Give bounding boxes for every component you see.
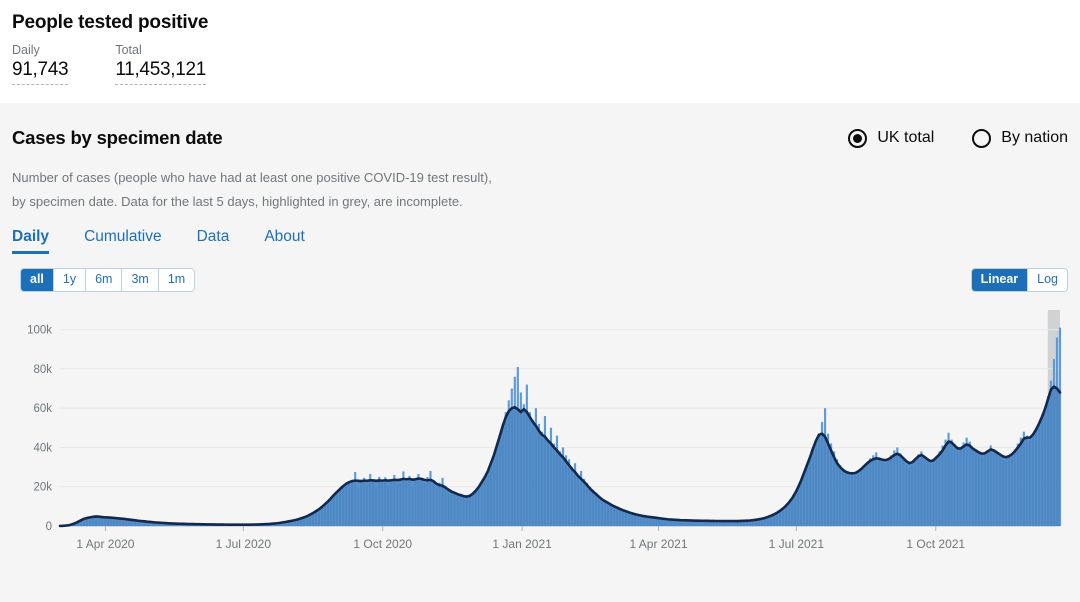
range-button-all[interactable]: all — [21, 269, 54, 291]
radio-by-nation-circle-icon[interactable] — [972, 128, 992, 148]
chart-area-fill — [60, 386, 1060, 526]
x-tick-label: 1 Oct 2021 — [906, 537, 965, 551]
range-button-group: all 1y 6m 3m 1m — [20, 268, 196, 292]
cases-card: Cases by specimen date UK total By natio… — [0, 103, 1080, 602]
page-title: People tested positive — [12, 12, 209, 33]
tab-about[interactable]: About — [264, 228, 305, 254]
chart-toolbar: all 1y 6m 3m 1m Linear Log — [12, 268, 1068, 294]
radio-by-nation-label: By nation — [1001, 129, 1068, 146]
metric-total-label: Total — [115, 43, 142, 57]
summary-metrics: Daily 91,743 Total 11,453,121 — [12, 43, 1068, 85]
chart-tabs: Daily Cumulative Data About — [12, 228, 1068, 254]
card-description-line1: Number of cases (people who have had at … — [12, 170, 492, 185]
range-button-1y[interactable]: 1y — [53, 269, 87, 291]
x-tick-label: 1 Jul 2021 — [769, 537, 825, 551]
radio-uk-total[interactable]: UK total — [848, 128, 935, 148]
card-header: Cases by specimen date UK total By natio… — [12, 103, 1068, 149]
y-tick-label: 60k — [33, 403, 52, 415]
scale-button-log[interactable]: Log — [1028, 269, 1067, 291]
scale-button-linear[interactable]: Linear — [971, 269, 1029, 291]
card-description-line2: by specimen date. Data for the last 5 da… — [12, 194, 463, 209]
tab-daily[interactable]: Daily — [12, 228, 50, 254]
card-description: Number of cases (people who have had at … — [12, 166, 712, 214]
radio-by-nation[interactable]: By nation — [972, 128, 1068, 148]
tab-data[interactable]: Data — [197, 228, 230, 254]
scope-radio-group: UK total By nation — [810, 128, 1068, 148]
range-button-3m[interactable]: 3m — [122, 269, 159, 291]
radio-uk-total-circle-icon[interactable] — [848, 128, 868, 148]
metric-total: Total 11,453,121 — [115, 43, 206, 85]
y-tick-label: 0 — [46, 521, 52, 533]
y-tick-label: 100k — [27, 325, 52, 337]
y-tick-label: 20k — [33, 482, 52, 494]
cases-chart[interactable]: 0 20k 40k 60k 80k 100k 1 Apr 2020 1 Jul 2020 1 O… — [12, 300, 1068, 562]
x-tick-label: 1 Apr 2021 — [629, 537, 687, 551]
tab-cumulative[interactable]: Cumulative — [84, 228, 162, 254]
x-tick-label: 1 Jan 2021 — [492, 537, 552, 551]
range-button-6m[interactable]: 6m — [86, 269, 123, 291]
radio-uk-total-label: UK total — [877, 129, 935, 146]
scale-button-group: Linear Log — [970, 268, 1068, 292]
x-tick-label: 1 Jul 2020 — [216, 537, 272, 551]
y-tick-label: 80k — [33, 364, 52, 376]
summary-panel: People tested positive Daily 91,743 Tota… — [0, 0, 1080, 103]
metric-daily-label: Daily — [12, 43, 40, 57]
x-tick-label: 1 Apr 2020 — [76, 537, 134, 551]
metric-daily-value: 91,743 — [12, 58, 69, 85]
x-tick-label: 1 Oct 2020 — [353, 537, 412, 551]
chart-container[interactable]: 0 20k 40k 60k 80k 100k 1 Apr 2020 1 Jul 2020 1 O… — [12, 300, 1068, 560]
metric-daily: Daily 91,743 — [12, 43, 69, 85]
y-tick-label: 40k — [33, 442, 52, 454]
card-title: Cases by specimen date — [12, 127, 223, 148]
metric-total-value: 11,453,121 — [115, 58, 206, 85]
range-button-1m[interactable]: 1m — [158, 269, 195, 291]
